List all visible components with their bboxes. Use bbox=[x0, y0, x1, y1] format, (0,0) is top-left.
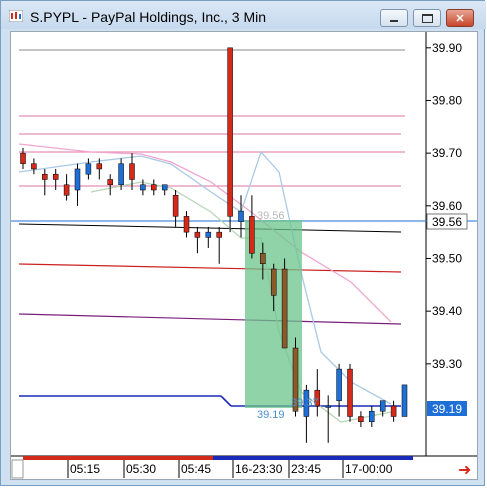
close-icon: ✕ bbox=[455, 12, 465, 25]
close-button[interactable]: ✕ bbox=[446, 9, 474, 27]
candle-body[interactable] bbox=[118, 163, 124, 185]
y-tick-label: 39.60 bbox=[432, 199, 462, 213]
title-bar[interactable]: S.PYPL - PayPal Holdings, Inc., 3 Min ✕ bbox=[1, 1, 486, 29]
candle-body[interactable] bbox=[63, 184, 70, 196]
candle-body[interactable] bbox=[183, 216, 190, 233]
candle-body[interactable] bbox=[238, 210, 244, 222]
chart-window: S.PYPL - PayPal Holdings, Inc., 3 Min ✕ bbox=[0, 0, 486, 486]
candle-body[interactable] bbox=[107, 179, 113, 185]
candle-body[interactable] bbox=[172, 195, 179, 217]
y-tick-label: 39.50 bbox=[432, 251, 462, 265]
candle-body[interactable] bbox=[140, 184, 146, 191]
candle-body[interactable] bbox=[129, 163, 135, 180]
session-bar-red bbox=[23, 456, 213, 460]
candle-body[interactable] bbox=[52, 173, 59, 180]
candle-body[interactable] bbox=[281, 268, 288, 349]
chart-area[interactable]: 39.56 39.19 39.37 39.90 39.80 39.70 39.60 39… bbox=[10, 31, 478, 480]
candle-body[interactable] bbox=[74, 168, 81, 191]
zone-bottom-label: 39.19 bbox=[257, 409, 285, 421]
maximize-icon bbox=[421, 13, 433, 23]
price-marker-39-19: 39.19 bbox=[432, 402, 462, 416]
session-bar-blue bbox=[213, 456, 413, 460]
candle-body[interactable] bbox=[270, 268, 277, 296]
x-axis-corner-box bbox=[11, 459, 24, 479]
y-tick-label: 39.40 bbox=[432, 304, 462, 318]
candlestick-chart[interactable]: 39.56 39.19 39.37 39.90 39.80 39.70 39.60 39… bbox=[11, 32, 477, 479]
minimize-icon bbox=[390, 20, 398, 22]
y-tick-label: 39.30 bbox=[432, 357, 462, 371]
zone-top-label: 39.56 bbox=[257, 210, 285, 222]
candle-body[interactable] bbox=[369, 410, 375, 423]
chart-app-icon bbox=[9, 10, 23, 22]
x-tick-label: 05:30 bbox=[126, 462, 156, 476]
y-tick-label: 39.80 bbox=[432, 93, 462, 107]
price-marker-39-56: 39.56 bbox=[432, 215, 462, 229]
candle-body[interactable] bbox=[194, 231, 201, 238]
x-tick-label: 17-00:00 bbox=[345, 462, 393, 476]
candle-body[interactable] bbox=[379, 400, 386, 412]
x-tick-label: 05:45 bbox=[181, 462, 211, 476]
y-tick-label: 39.70 bbox=[432, 146, 462, 160]
x-tick-label: 05:15 bbox=[70, 462, 100, 476]
candle-body[interactable] bbox=[216, 231, 222, 238]
candle-body[interactable] bbox=[358, 416, 364, 423]
candle-body[interactable] bbox=[96, 163, 103, 170]
candle-body[interactable] bbox=[325, 405, 331, 408]
x-tick-label: 23:45 bbox=[291, 462, 321, 476]
scroll-right-arrow-icon[interactable]: ➜ bbox=[458, 462, 471, 479]
candle-body[interactable] bbox=[249, 216, 255, 254]
candle-body[interactable] bbox=[161, 184, 168, 191]
candle-body[interactable] bbox=[205, 231, 212, 238]
candle-body[interactable] bbox=[151, 184, 157, 191]
window-title: S.PYPL - PayPal Holdings, Inc., 3 Min bbox=[30, 9, 267, 25]
candle-body[interactable] bbox=[20, 152, 26, 164]
y-tick-label: 39.90 bbox=[432, 41, 462, 55]
candle-body[interactable] bbox=[401, 384, 408, 417]
candle-body[interactable] bbox=[390, 405, 397, 417]
candle-body[interactable] bbox=[260, 252, 266, 265]
x-tick-label: 16-23:30 bbox=[235, 462, 283, 476]
candle-body[interactable] bbox=[347, 368, 353, 417]
maximize-button[interactable] bbox=[413, 9, 441, 27]
candle-body[interactable] bbox=[336, 368, 342, 401]
candle-body[interactable] bbox=[227, 47, 233, 217]
candle-body[interactable] bbox=[85, 163, 92, 175]
candle-body[interactable] bbox=[42, 173, 48, 180]
zone-end-label: 39.37 bbox=[291, 397, 319, 409]
candle-body[interactable] bbox=[31, 163, 37, 170]
minimize-button[interactable] bbox=[380, 9, 408, 27]
